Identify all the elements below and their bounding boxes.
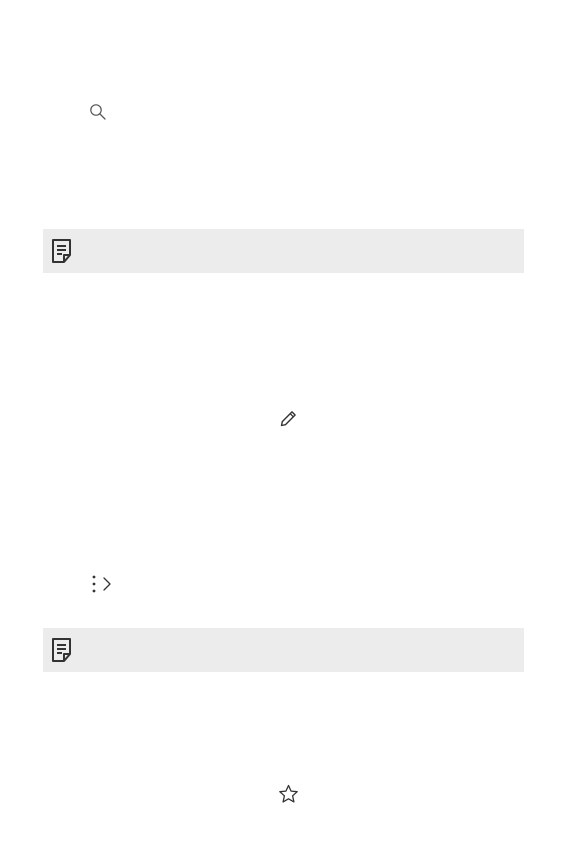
more-options-icon: [90, 574, 98, 594]
note-icon: [50, 238, 74, 264]
search-icon: [89, 103, 107, 121]
note-icon: [50, 637, 74, 663]
note-box: [43, 229, 524, 273]
star-icon: [278, 784, 299, 804]
chevron-right-icon: [101, 575, 113, 593]
note-box: [43, 628, 524, 672]
pencil-icon: [279, 409, 298, 428]
